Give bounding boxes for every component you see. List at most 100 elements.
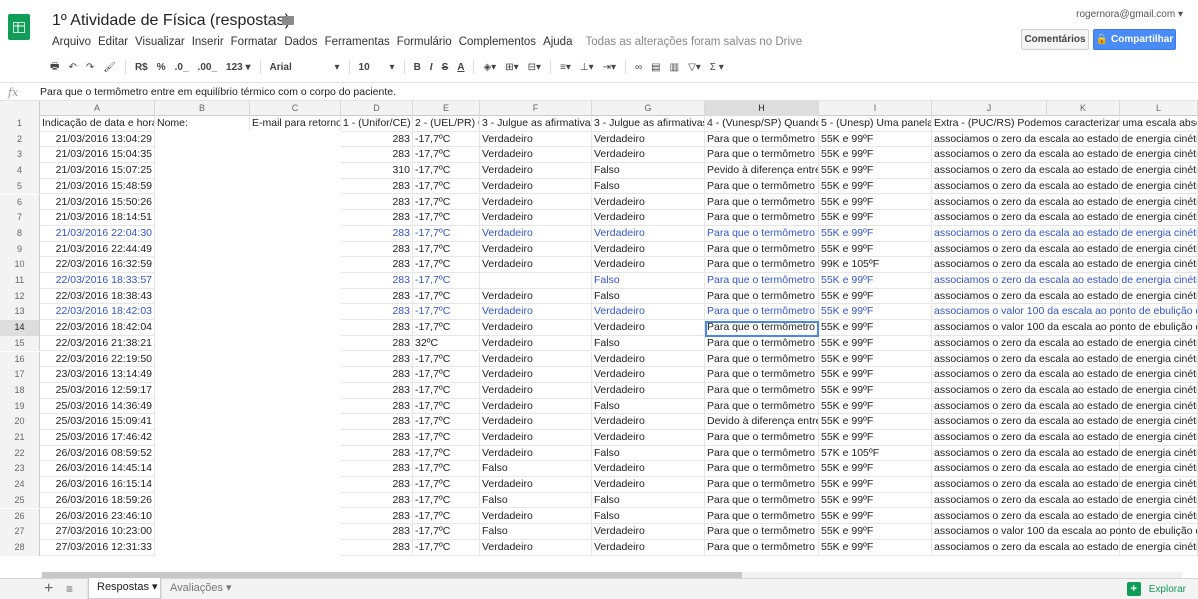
cell-j[interactable]: associamos o zero da escala ao estado de… [932,430,1198,446]
cell-j[interactable]: associamos o zero da escala ao estado de… [932,351,1198,368]
row-number[interactable]: 26 [0,508,40,525]
undo-icon[interactable]: ↶ [68,62,76,73]
row-number[interactable]: 9 [0,241,40,258]
cell-e[interactable]: -17,7ºC [413,508,480,525]
cell-f[interactable]: Verdadeiro [480,382,592,399]
cell-f[interactable]: Verdadeiro [480,194,592,211]
cell-d[interactable]: 283 [341,178,413,195]
cell-f[interactable]: Verdadeiro [480,210,592,226]
sheet-tab-respostas[interactable]: Respostas ▾ [88,578,161,599]
cell-a[interactable]: 21/03/2016 13:04:29 [40,131,155,148]
cell-g[interactable]: Falso [592,273,705,289]
menu-item[interactable]: Complementos [459,36,536,48]
cell-h[interactable]: Para que o termômetro e [705,335,819,352]
cell-i[interactable]: 55K e 99ºF [819,304,932,321]
more-formats-button[interactable]: 123 ▾ [226,62,250,73]
cell-g[interactable]: Verdadeiro [592,382,705,399]
cell-f[interactable]: Verdadeiro [480,414,592,430]
cell-g[interactable]: Verdadeiro [592,539,705,556]
cell-j[interactable]: associamos o zero da escala ao estado de… [932,225,1198,242]
cell-i[interactable]: 55K e 99ºF [819,320,932,336]
row-number[interactable]: 12 [0,288,40,305]
cell-a[interactable]: Indicação de data e hora [40,116,155,132]
cell-e[interactable]: -17,7ºC [413,304,480,321]
cell-h[interactable]: Para que o termômetro e [705,273,819,289]
cell-d[interactable]: 283 [341,335,413,352]
cell-e[interactable]: -17,7ºC [413,461,480,478]
cell-h[interactable]: Para que o termômetro e [705,367,819,383]
cell-h[interactable]: Para que o termômetro e [705,508,819,525]
explore-button[interactable]: + Explorar [1126,582,1186,596]
decrease-decimal-button[interactable]: .0_ [175,62,189,73]
chart-icon[interactable]: ▥ [670,62,679,73]
cell-f[interactable]: Verdadeiro [480,539,592,556]
cell-a[interactable]: 26/03/2016 14:45:14 [40,461,155,478]
select-all-corner[interactable] [0,101,40,116]
cell-a[interactable]: 27/03/2016 10:23:00 [40,524,155,540]
cell-g[interactable]: Verdadeiro [592,241,705,258]
row-number[interactable]: 19 [0,398,40,415]
strikethrough-button[interactable]: S [442,62,449,73]
cell-j[interactable]: associamos o zero da escala ao estado de… [932,492,1198,509]
cell-j[interactable]: associamos o zero da escala ao estado de… [932,367,1198,383]
cell-h[interactable]: Para que o termômetro e [705,492,819,509]
row-number[interactable]: 14 [0,320,40,336]
cell-i[interactable]: 55K e 99ºF [819,131,932,148]
cell-i[interactable]: 55K e 99ºF [819,461,932,478]
cell-e[interactable]: 32ºC [413,335,480,352]
cell-g[interactable]: Verdadeiro [592,131,705,148]
currency-button[interactable]: R$ [135,62,148,73]
cell-i[interactable]: 55K e 99ºF [819,430,932,446]
menu-item[interactable]: Dados [284,36,317,48]
cell-g[interactable]: Verdadeiro [592,477,705,493]
font-size-select[interactable]: 10 [359,62,381,73]
cell-i[interactable]: 55K e 99ºF [819,398,932,415]
cell-j[interactable]: associamos o zero da escala ao estado de… [932,194,1198,211]
cell-a[interactable]: 22/03/2016 22:19:50 [40,351,155,368]
sheet-tab-avaliacoes[interactable]: Avaliações ▾ [166,579,232,599]
cell-i[interactable]: 55K e 99ºF [819,524,932,540]
cell-f[interactable]: Verdadeiro [480,257,592,273]
add-sheet-icon[interactable]: + [44,580,53,598]
borders-icon[interactable]: ⊞▾ [505,62,518,73]
cell-a[interactable]: 22/03/2016 18:38:43 [40,288,155,305]
cell-g[interactable]: Verdadeiro [592,367,705,383]
cell-h[interactable]: Para que o termômetro e [705,241,819,258]
column-header-g[interactable]: G [592,101,705,116]
cell-f[interactable]: Verdadeiro [480,225,592,242]
cell-h[interactable]: Para que o termômetro e [705,304,819,321]
cell-i[interactable]: 55K e 99ºF [819,382,932,399]
cell-f[interactable]: Verdadeiro [480,178,592,195]
menu-item[interactable]: Editar [98,36,128,48]
cell-j[interactable]: associamos o zero da escala ao estado de… [932,257,1198,273]
percent-button[interactable]: % [157,62,166,73]
cell-j[interactable]: associamos o valor 100 da escala ao pont… [932,524,1198,540]
increase-decimal-button[interactable]: .00_ [198,62,217,73]
cell-j[interactable]: associamos o zero da escala ao estado de… [932,508,1198,525]
cell-i[interactable]: 55K e 99ºF [819,273,932,289]
cell-h[interactable]: Para que o termômetro e [705,194,819,211]
selected-cell[interactable] [705,321,819,337]
cell-j[interactable]: associamos o zero da escala ao estado de… [932,288,1198,305]
cell-f[interactable]: Verdadeiro [480,163,592,179]
cell-f[interactable]: Verdadeiro [480,147,592,164]
cell-e[interactable]: -17,7ºC [413,257,480,273]
sheets-logo-icon[interactable] [8,14,30,40]
align-horizontal-icon[interactable]: ≡▾ [560,62,571,73]
cell-f[interactable]: Verdadeiro [480,335,592,352]
cell-a[interactable]: 21/03/2016 18:14:51 [40,210,155,226]
cell-d[interactable]: 283 [341,194,413,211]
cell-e[interactable]: -17,7ºC [413,524,480,540]
cell-e[interactable]: -17,7ºC [413,163,480,179]
row-number[interactable]: 20 [0,414,40,430]
cell-j[interactable]: associamos o zero da escala ao estado de… [932,445,1198,462]
cell-g[interactable]: Falso [592,445,705,462]
row-number[interactable]: 17 [0,367,40,383]
cell-g[interactable]: Verdadeiro [592,320,705,336]
font-select[interactable]: Arial [270,62,326,73]
cell-g[interactable]: Verdadeiro [592,225,705,242]
column-header-f[interactable]: F [480,101,592,116]
cell-i[interactable]: 55K e 99ºF [819,178,932,195]
cell-e[interactable]: -17,7ºC [413,414,480,430]
cell-e[interactable]: 2 - (UEL/PR) C [413,116,480,132]
